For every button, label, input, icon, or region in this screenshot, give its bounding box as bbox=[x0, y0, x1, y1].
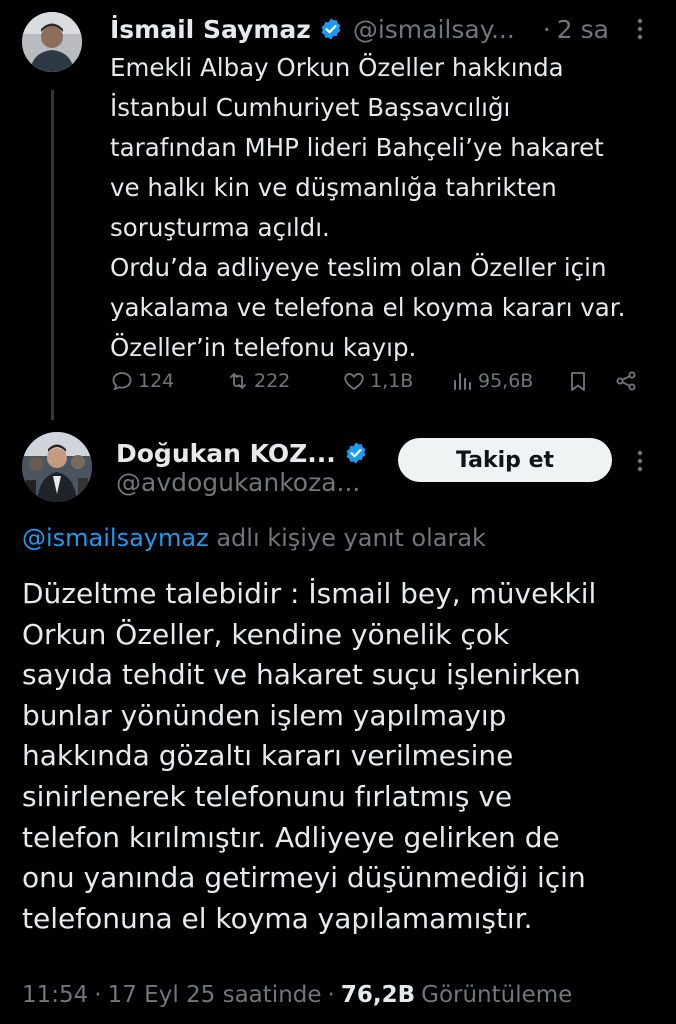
views-button[interactable]: 95,6B bbox=[450, 369, 533, 393]
text-line: telefon kırılmıştır. Adliyeye gelirken d… bbox=[22, 820, 560, 854]
text-line: bunlar yönünden işlem yapılmayıp bbox=[22, 698, 507, 732]
verified-badge-icon bbox=[321, 18, 341, 40]
tweet-date[interactable]: 17 Eyl 25 saatinde bbox=[108, 982, 322, 1008]
reply-bubble-icon bbox=[112, 372, 132, 391]
parent-tweet-text: Emekli Albay Orkun Özeller hakkında İsta… bbox=[110, 48, 670, 368]
retweet-count: 222 bbox=[254, 370, 291, 392]
text-line: Özeller’in telefonu kayıp. bbox=[110, 333, 417, 362]
text-line: Ordu’da adliyeye teslim olan Özeller içi… bbox=[110, 253, 607, 282]
follow-button[interactable]: Takip et bbox=[398, 438, 612, 482]
bookmark-button[interactable] bbox=[566, 369, 590, 393]
tweet-time[interactable]: 11:54 bbox=[22, 982, 88, 1008]
author-name[interactable]: Doğukan KOZ... bbox=[116, 439, 336, 468]
text-line: yakalama ve telefona el koyma kararı var… bbox=[110, 293, 626, 322]
time-separator: · bbox=[542, 14, 551, 44]
text-line: Emekli Albay Orkun Özeller hakkında bbox=[110, 53, 564, 82]
reply-count: 124 bbox=[138, 370, 175, 392]
share-icon bbox=[616, 371, 636, 391]
views-count: 95,6B bbox=[478, 370, 534, 392]
author-handle[interactable]: @ismailsay... bbox=[353, 15, 515, 44]
bookmark-icon bbox=[571, 372, 585, 391]
verified-badge-icon bbox=[346, 442, 366, 464]
avatar-photo-icon bbox=[22, 12, 82, 72]
text-line: tarafından MHP lideri Bahçeli’ye hakaret bbox=[110, 133, 604, 162]
share-button[interactable] bbox=[614, 369, 638, 393]
views-label: Görüntüleme bbox=[421, 982, 573, 1008]
retweet-button[interactable]: 222 bbox=[226, 369, 290, 393]
avatar-dogukan-koz[interactable] bbox=[22, 432, 92, 502]
retweet-icon bbox=[230, 373, 246, 389]
tweet-time[interactable]: 2 sa bbox=[557, 15, 609, 44]
more-options-button[interactable] bbox=[628, 12, 652, 53]
avatar-photo-icon bbox=[22, 432, 92, 502]
views-count: 76,2B bbox=[340, 982, 416, 1008]
reply-mention-link[interactable]: @ismailsaymaz bbox=[22, 524, 209, 552]
text-line: onu yanında getirmeyi düşünmediği için bbox=[22, 861, 586, 895]
meta-separator: · bbox=[94, 982, 102, 1008]
action-bar: 124 222 1,1B 95,6B bbox=[110, 366, 650, 396]
meta-separator: · bbox=[327, 982, 335, 1008]
text-line: telefonuna el koyma yapılamamıştır. bbox=[22, 901, 533, 935]
thread-connector-line bbox=[51, 90, 54, 420]
text-line: Düzeltme talebidir : İsmail bey, müvekki… bbox=[22, 577, 597, 610]
main-tweet-text: Düzeltme talebidir : İsmail bey, müvekki… bbox=[22, 574, 672, 939]
more-vertical-icon bbox=[637, 450, 643, 472]
heart-icon bbox=[344, 373, 364, 390]
text-line: hakkında gözaltı kararı verilmesine bbox=[22, 739, 514, 773]
more-options-button[interactable] bbox=[628, 444, 652, 485]
tweet-metadata: 11:54 · 17 Eyl 25 saatinde · 76,2B Görün… bbox=[22, 982, 572, 1008]
author-handle[interactable]: @avdogukankoza... bbox=[116, 468, 360, 497]
avatar-ismail-saymaz[interactable] bbox=[22, 12, 82, 72]
reply-context: @ismailsaymaz adlı kişiye yanıt olarak bbox=[22, 524, 486, 552]
text-line: sayıda tehdit ve hakaret suçu işlenirken bbox=[22, 658, 581, 692]
reply-button[interactable]: 124 bbox=[110, 369, 174, 393]
like-button[interactable]: 1,1B bbox=[342, 369, 413, 393]
text-line: sinirlenerek telefonunu fırlatmış ve bbox=[22, 779, 513, 813]
text-line: soruşturma açıldı. bbox=[110, 213, 330, 242]
like-count: 1,1B bbox=[370, 370, 414, 392]
text-line: Orkun Özeller, kendine yönelik çok bbox=[22, 617, 510, 651]
reply-context-label: adlı kişiye yanıt olarak bbox=[208, 524, 486, 552]
views-bar-icon bbox=[454, 373, 471, 390]
author-name[interactable]: İsmail Saymaz bbox=[110, 15, 311, 44]
text-line: ve halkı kin ve düşmanlığa tahrikten bbox=[110, 173, 557, 202]
text-line: İstanbul Cumhuriyet Başsavcılığı bbox=[110, 93, 511, 122]
more-vertical-icon bbox=[637, 18, 643, 40]
